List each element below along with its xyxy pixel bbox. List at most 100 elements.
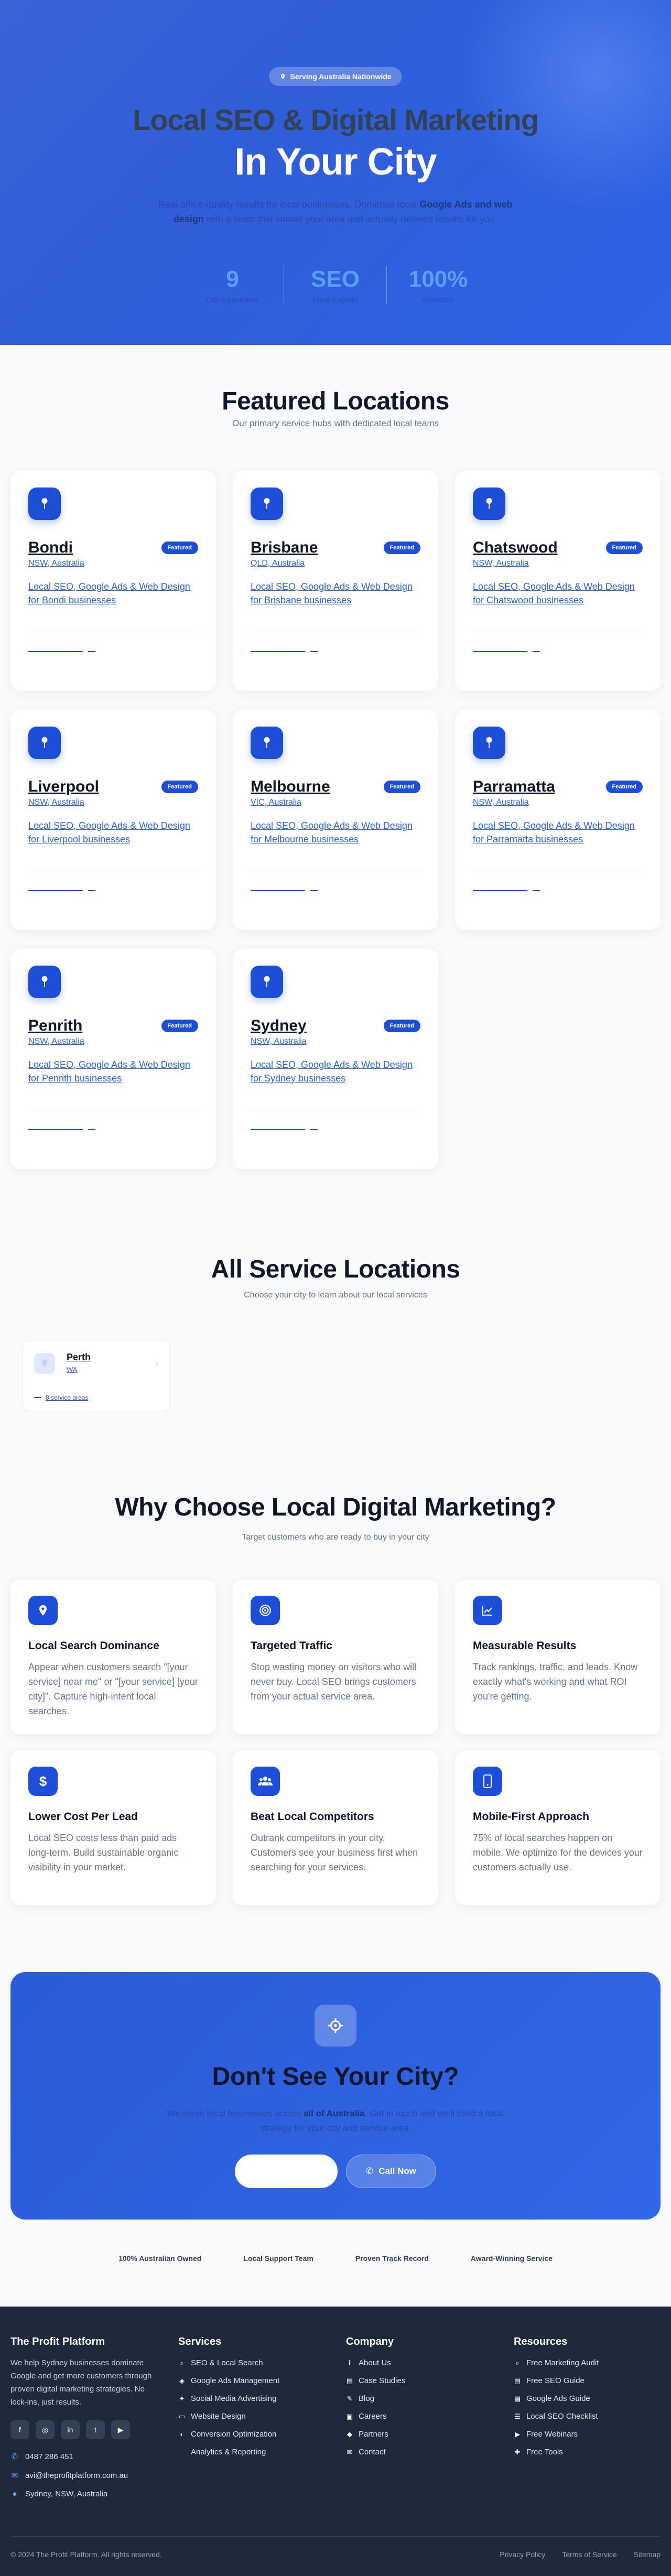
footer-link[interactable]: ▣ Careers [346,2411,493,2422]
featured-badge: Featured [161,781,198,793]
instagram-icon[interactable]: ◎ [36,2420,55,2439]
arrow-icon [88,890,95,891]
footer-link-icon: ▤ [514,2377,521,2385]
location-link[interactable] [473,651,540,652]
location-card-penrith[interactable]: Penrith Featured NSW, Australia Local SEO, … [10,949,216,1169]
hero-badge: Serving Australia Nationwide [269,67,402,86]
map-pin-icon [251,727,283,759]
twitter-icon[interactable]: t [86,2420,105,2439]
footer-link[interactable]: ▤ Free SEO Guide [514,2375,661,2387]
location-card-parramatta[interactable]: Parramatta Featured NSW, Australia Local SE… [455,710,661,930]
footer-link[interactable]: ℹ About Us [346,2357,493,2369]
why-card-text: Appear when customers search "[your serv… [28,1662,198,1716]
location-description[interactable]: Local SEO, Google Ads & Web Design for P… [28,1058,198,1085]
location-card-chatswood[interactable]: Chatswood Featured NSW, Australia Local SEO… [455,471,661,691]
footer-link[interactable]: ✉ Contact [346,2447,493,2458]
email-icon: ✉ [11,2471,18,2480]
location-link[interactable] [28,890,95,891]
footer-link-label: Analytics & Reporting [191,2448,266,2456]
location-description[interactable]: Local SEO, Google Ads & Web Design for B… [251,580,420,607]
location-name[interactable]: Bondi [28,539,73,557]
location-card-liverpool[interactable]: Liverpool Featured NSW, Australia Local SEO… [10,710,216,930]
footer-link[interactable]: ▤ Google Ads Guide [514,2393,661,2405]
footer-link[interactable]: ✎ Blog [346,2393,493,2405]
location-name[interactable]: Liverpool [28,778,99,796]
linkedin-icon[interactable]: in [61,2420,80,2439]
footer-link[interactable]: ✚ Free Tools [514,2447,661,2458]
footer-link[interactable]: ◈ Google Ads Management [178,2375,325,2387]
link-dash [251,1129,305,1130]
location-description[interactable]: Local SEO, Google Ads & Web Design for P… [473,819,643,846]
footer-phone-text: 0487 286 451 [25,2452,73,2461]
footer-link[interactable]: ⌕ Free Marketing Audit [514,2357,661,2369]
cta-buttons: ✆ Call Now [10,2155,661,2188]
why-card: Beat Local Competitors Outrank competito… [233,1751,438,1905]
footer-link-label: Contact [359,2448,386,2456]
location-name[interactable]: Melbourne [251,778,330,796]
footer-link[interactable]: ◆ Partners [346,2429,493,2440]
location-card-melbourne[interactable]: Melbourne Featured VIC, Australia Local SEO… [233,710,438,930]
why-card-title: Beat Local Competitors [251,1811,374,1823]
footer-link-icon: ▤ [514,2395,521,2402]
city-icon [34,1353,55,1374]
footer-link[interactable]: ☰ Local SEO Checklist [514,2411,661,2422]
users-icon [251,1767,280,1796]
location-link[interactable] [473,890,540,891]
contact-button[interactable] [235,2155,338,2188]
location-name[interactable]: Parramatta [473,778,555,796]
footer-link[interactable]: ▭ Website Design [178,2411,325,2422]
footer-link[interactable]: ✦ Social Media Advertising [178,2393,325,2405]
location-card-brisbane[interactable]: Brisbane Featured QLD, Australia Local SEO,… [233,471,438,691]
map-pin-icon [28,966,61,998]
location-link[interactable] [251,1129,318,1130]
footer-brand-col: The Profit Platform We help Sydney busin… [10,2336,157,2508]
location-link[interactable] [251,890,318,891]
city-name[interactable]: Perth [67,1352,91,1363]
location-link[interactable] [28,1129,95,1130]
terms-link[interactable]: Terms of Service [562,2550,616,2559]
chevron-right-icon: › [155,1357,159,1369]
location-state: NSW, Australia [28,559,84,568]
footer-email[interactable]: ✉ avi@theprofitplatform.com.au [10,2471,157,2481]
location-card-bondi[interactable]: Bondi Featured NSW, Australia Local SEO, Go… [10,471,216,691]
location-description[interactable]: Local SEO, Google Ads & Web Design for S… [251,1058,420,1085]
hero-title-line1: Local SEO & Digital Marketing [133,103,539,136]
footer-link-icon: ◆ [347,2430,352,2438]
location-state: NSW, Australia [251,1037,307,1046]
footer-brand: The Profit Platform [10,2336,105,2347]
location-name[interactable]: Brisbane [251,539,318,557]
privacy-link[interactable]: Privacy Policy [500,2550,545,2559]
location-link[interactable] [28,651,95,652]
link-dash [251,890,305,891]
youtube-icon[interactable]: ▶ [111,2420,130,2439]
footer-link-label: Social Media Advertising [191,2394,277,2403]
call-now-button[interactable]: ✆ Call Now [346,2155,436,2188]
footer-link[interactable]: Analytics & Reporting [178,2447,325,2458]
footer-link[interactable]: ▶ Free Webinars [514,2429,661,2440]
all-locations-subtitle: Choose your city to learn about our loca… [244,1291,427,1300]
city-state: WA [67,1366,78,1373]
footer-link[interactable]: ⌕ SEO & Local Search [178,2357,325,2369]
city-card-perth[interactable]: Perth WA › 8 service areas [22,1340,171,1411]
location-name[interactable]: Sydney [251,1017,307,1035]
footer-link[interactable]: ◐ Conversion Optimization [178,2429,325,2440]
location-name[interactable]: Chatswood [473,539,558,557]
footer-phone[interactable]: ✆ 0487 286 451 [10,2452,157,2462]
location-description[interactable]: Local SEO, Google Ads & Web Design for C… [473,580,643,607]
footer-link-icon: ✉ [347,2448,353,2456]
why-card-title: Measurable Results [473,1640,577,1652]
facebook-icon[interactable]: f [10,2420,29,2439]
location-description[interactable]: Local SEO, Google Ads & Web Design for B… [28,580,198,607]
city-areas[interactable]: 8 service areas [34,1394,88,1401]
footer-link-label: Local SEO Checklist [526,2412,598,2421]
location-description[interactable]: Local SEO, Google Ads & Web Design for L… [28,819,198,846]
location-name[interactable]: Penrith [28,1017,82,1035]
location-card-sydney[interactable]: Sydney Featured NSW, Australia Local SEO, G… [233,949,438,1169]
location-description[interactable]: Local SEO, Google Ads & Web Design for M… [251,819,420,846]
phone-icon: ✆ [365,2166,374,2176]
footer-link[interactable]: ▤ Case Studies [346,2375,493,2387]
why-card-title: Lower Cost Per Lead [28,1811,138,1823]
sitemap-link[interactable]: Sitemap [634,2550,661,2559]
footer: The Profit Platform We help Sydney busin… [0,2307,671,2576]
location-link[interactable] [251,651,318,652]
